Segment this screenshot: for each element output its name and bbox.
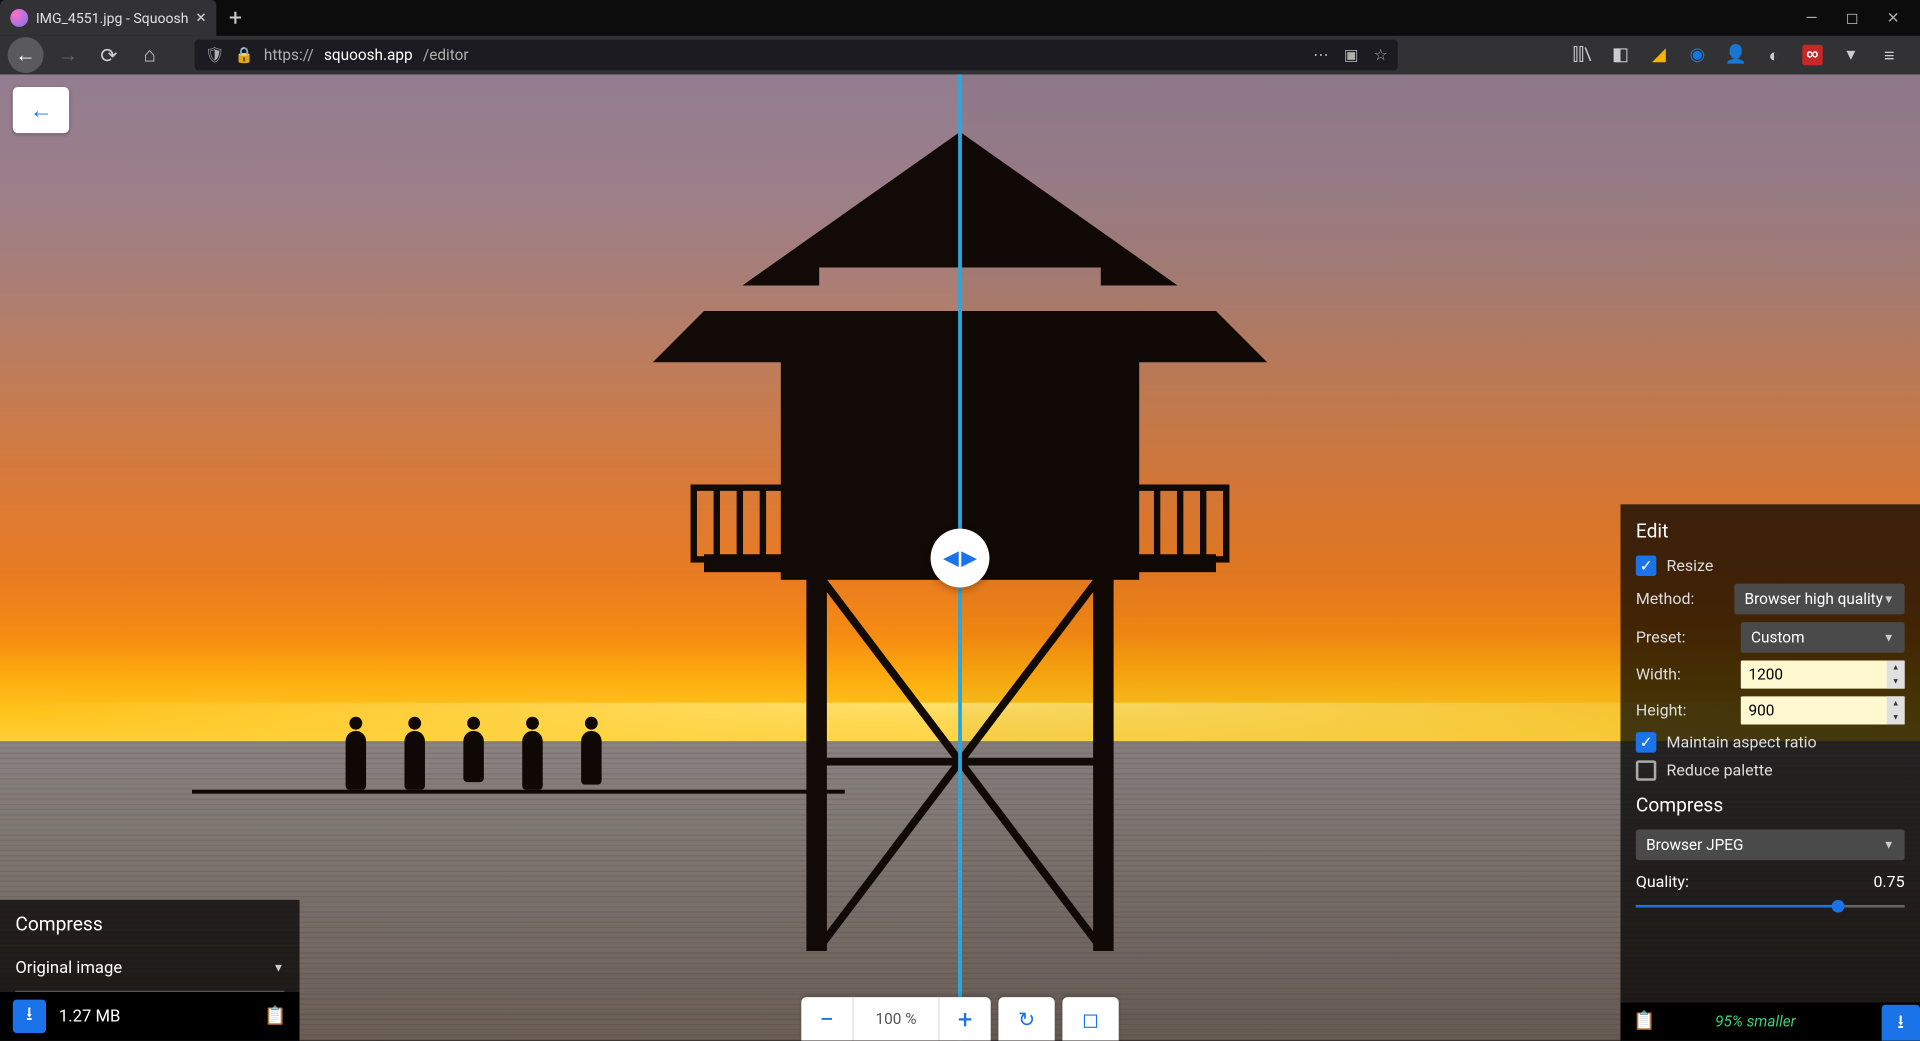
url-prefix: https:// bbox=[264, 46, 314, 64]
left-format-select[interactable]: Original image ▼ bbox=[15, 946, 284, 992]
chevron-down-icon: ▼ bbox=[1883, 592, 1894, 606]
sidebar-icon[interactable]: ◧ bbox=[1610, 45, 1630, 65]
download-icon: ⭳ bbox=[26, 1000, 33, 1032]
right-panel: Edit ✓ Resize Method: Browser high quali… bbox=[1620, 504, 1920, 1002]
right-compress-heading: Compress bbox=[1636, 794, 1905, 817]
maximize-button[interactable]: ◻ bbox=[1846, 9, 1859, 27]
nav-back-button[interactable]: ← bbox=[8, 37, 44, 73]
compare-handle[interactable]: ◀ ▶ bbox=[931, 528, 990, 587]
left-compress-heading: Compress bbox=[15, 913, 284, 936]
slider-thumb[interactable] bbox=[1831, 900, 1844, 913]
url-bar[interactable]: 🛡 🔒 https:// squoosh.app/editor ⋯ ▣ ☆ bbox=[195, 40, 1398, 71]
ext-1-icon[interactable]: ◢ bbox=[1649, 45, 1669, 65]
window-controls: — ◻ ✕ bbox=[1806, 9, 1920, 27]
left-download-size: 1.27 MB bbox=[59, 1007, 120, 1026]
height-stepper[interactable]: ▲▼ bbox=[1887, 696, 1905, 724]
download-icon: ⭳ bbox=[1897, 1008, 1904, 1040]
aspect-label: Maintain aspect ratio bbox=[1667, 733, 1905, 752]
reader-icon[interactable]: ▣ bbox=[1344, 46, 1359, 64]
right-download-pct: 95% smaller bbox=[1715, 1012, 1795, 1030]
ext-3-icon[interactable]: ◐ bbox=[1764, 45, 1784, 65]
quality-slider[interactable] bbox=[1636, 897, 1905, 915]
lock-icon: 🔒 bbox=[235, 46, 254, 64]
tab-title: IMG_4551.jpg - Squoosh bbox=[36, 10, 189, 27]
height-input[interactable] bbox=[1741, 696, 1905, 724]
compress-format-select[interactable]: Browser JPEG ▼ bbox=[1636, 829, 1905, 860]
ext-4-icon[interactable]: ∞ bbox=[1802, 45, 1822, 65]
chevron-down-icon: ▼ bbox=[1883, 630, 1894, 644]
height-label: Height: bbox=[1636, 701, 1741, 720]
right-download-size: 61 kB bbox=[1666, 1012, 1708, 1031]
left-format-value: Original image bbox=[15, 959, 122, 978]
bookmark-icon[interactable]: ☆ bbox=[1374, 46, 1388, 64]
favicon-icon bbox=[10, 9, 28, 27]
zoom-controls: − 100 % + ↻ ◻ bbox=[801, 997, 1118, 1041]
quality-label: Quality: bbox=[1636, 873, 1689, 892]
quality-value: 0.75 bbox=[1873, 873, 1904, 892]
ext-5-icon[interactable]: ▾ bbox=[1841, 45, 1861, 65]
url-path: /editor bbox=[423, 46, 469, 64]
right-download-button[interactable]: ⭳ bbox=[1882, 1005, 1920, 1041]
shield-icon: 🛡 bbox=[205, 46, 225, 64]
method-label: Method: bbox=[1636, 589, 1734, 608]
editor-viewport[interactable]: ◀ ▶ ← − 100 % + ↻ ◻ Compress bbox=[0, 74, 1920, 1040]
preset-value: Custom bbox=[1751, 628, 1805, 646]
rotate-icon: ↻ bbox=[1018, 1007, 1035, 1031]
right-copy-button[interactable]: 📋 bbox=[1633, 1011, 1655, 1031]
right-download-bar: 📋 61 kB 95% smaller ⭳ bbox=[1620, 1002, 1920, 1040]
page-actions-icon[interactable]: ⋯ bbox=[1313, 46, 1328, 64]
left-copy-button[interactable]: 📋 bbox=[264, 1006, 286, 1026]
preset-label: Preset: bbox=[1636, 628, 1741, 647]
window-title-bar: IMG_4551.jpg - Squoosh × + — ◻ ✕ bbox=[0, 0, 1920, 36]
edit-heading: Edit bbox=[1636, 520, 1905, 543]
chevron-left-icon: ◀ bbox=[943, 545, 959, 569]
library-icon[interactable]: ⫿⫿\ bbox=[1572, 45, 1592, 65]
home-button[interactable]: ⌂ bbox=[133, 38, 166, 71]
arrow-left-icon: ← bbox=[29, 97, 52, 124]
reload-button[interactable]: ⟳ bbox=[92, 38, 125, 71]
background-icon: ◻ bbox=[1082, 1007, 1099, 1031]
chevron-right-icon: ▶ bbox=[961, 545, 977, 569]
tab-close-button[interactable]: × bbox=[196, 8, 206, 28]
url-domain: squoosh.app bbox=[324, 46, 413, 64]
toggle-background-button[interactable]: ◻ bbox=[1062, 997, 1118, 1041]
left-download-button[interactable]: ⭳ bbox=[13, 1000, 46, 1033]
width-input[interactable] bbox=[1741, 660, 1905, 688]
aspect-checkbox[interactable]: ✓ bbox=[1636, 732, 1656, 752]
ext-2-icon[interactable]: ◉ bbox=[1687, 45, 1707, 65]
browser-toolbar: ← → ⟳ ⌂ 🛡 🔒 https:// squoosh.app/editor ⋯… bbox=[0, 36, 1920, 74]
close-window-button[interactable]: ✕ bbox=[1887, 9, 1900, 27]
new-tab-button[interactable]: + bbox=[216, 4, 255, 31]
palette-checkbox[interactable] bbox=[1636, 760, 1656, 780]
left-download-bar: ⭳ 1.27 MB 📋 bbox=[0, 992, 300, 1041]
width-label: Width: bbox=[1636, 665, 1741, 684]
width-stepper[interactable]: ▲▼ bbox=[1887, 660, 1905, 688]
resize-checkbox[interactable]: ✓ bbox=[1636, 556, 1656, 576]
chevron-down-icon: ▼ bbox=[1883, 838, 1894, 852]
method-select[interactable]: Browser high quality ▼ bbox=[1734, 584, 1904, 615]
palette-label: Reduce palette bbox=[1667, 761, 1905, 780]
left-panel: Compress Original image ▼ ⭳ 1.27 MB 📋 bbox=[0, 900, 300, 1041]
rotate-button[interactable]: ↻ bbox=[998, 997, 1054, 1041]
browser-tab[interactable]: IMG_4551.jpg - Squoosh × bbox=[0, 0, 216, 36]
menu-icon[interactable]: ≡ bbox=[1879, 45, 1899, 65]
compress-format-value: Browser JPEG bbox=[1646, 836, 1743, 854]
chevron-down-icon: ▼ bbox=[273, 961, 284, 975]
zoom-value[interactable]: 100 % bbox=[852, 997, 939, 1041]
preset-select[interactable]: Custom ▼ bbox=[1741, 622, 1905, 653]
zoom-in-button[interactable]: + bbox=[940, 997, 991, 1041]
resize-label: Resize bbox=[1667, 556, 1905, 575]
nav-forward-button: → bbox=[51, 38, 84, 71]
zoom-out-button[interactable]: − bbox=[801, 997, 852, 1041]
back-button[interactable]: ← bbox=[13, 87, 69, 133]
account-icon[interactable]: 👤 bbox=[1725, 45, 1745, 65]
minimize-button[interactable]: — bbox=[1806, 9, 1818, 27]
method-value: Browser high quality bbox=[1745, 590, 1883, 608]
